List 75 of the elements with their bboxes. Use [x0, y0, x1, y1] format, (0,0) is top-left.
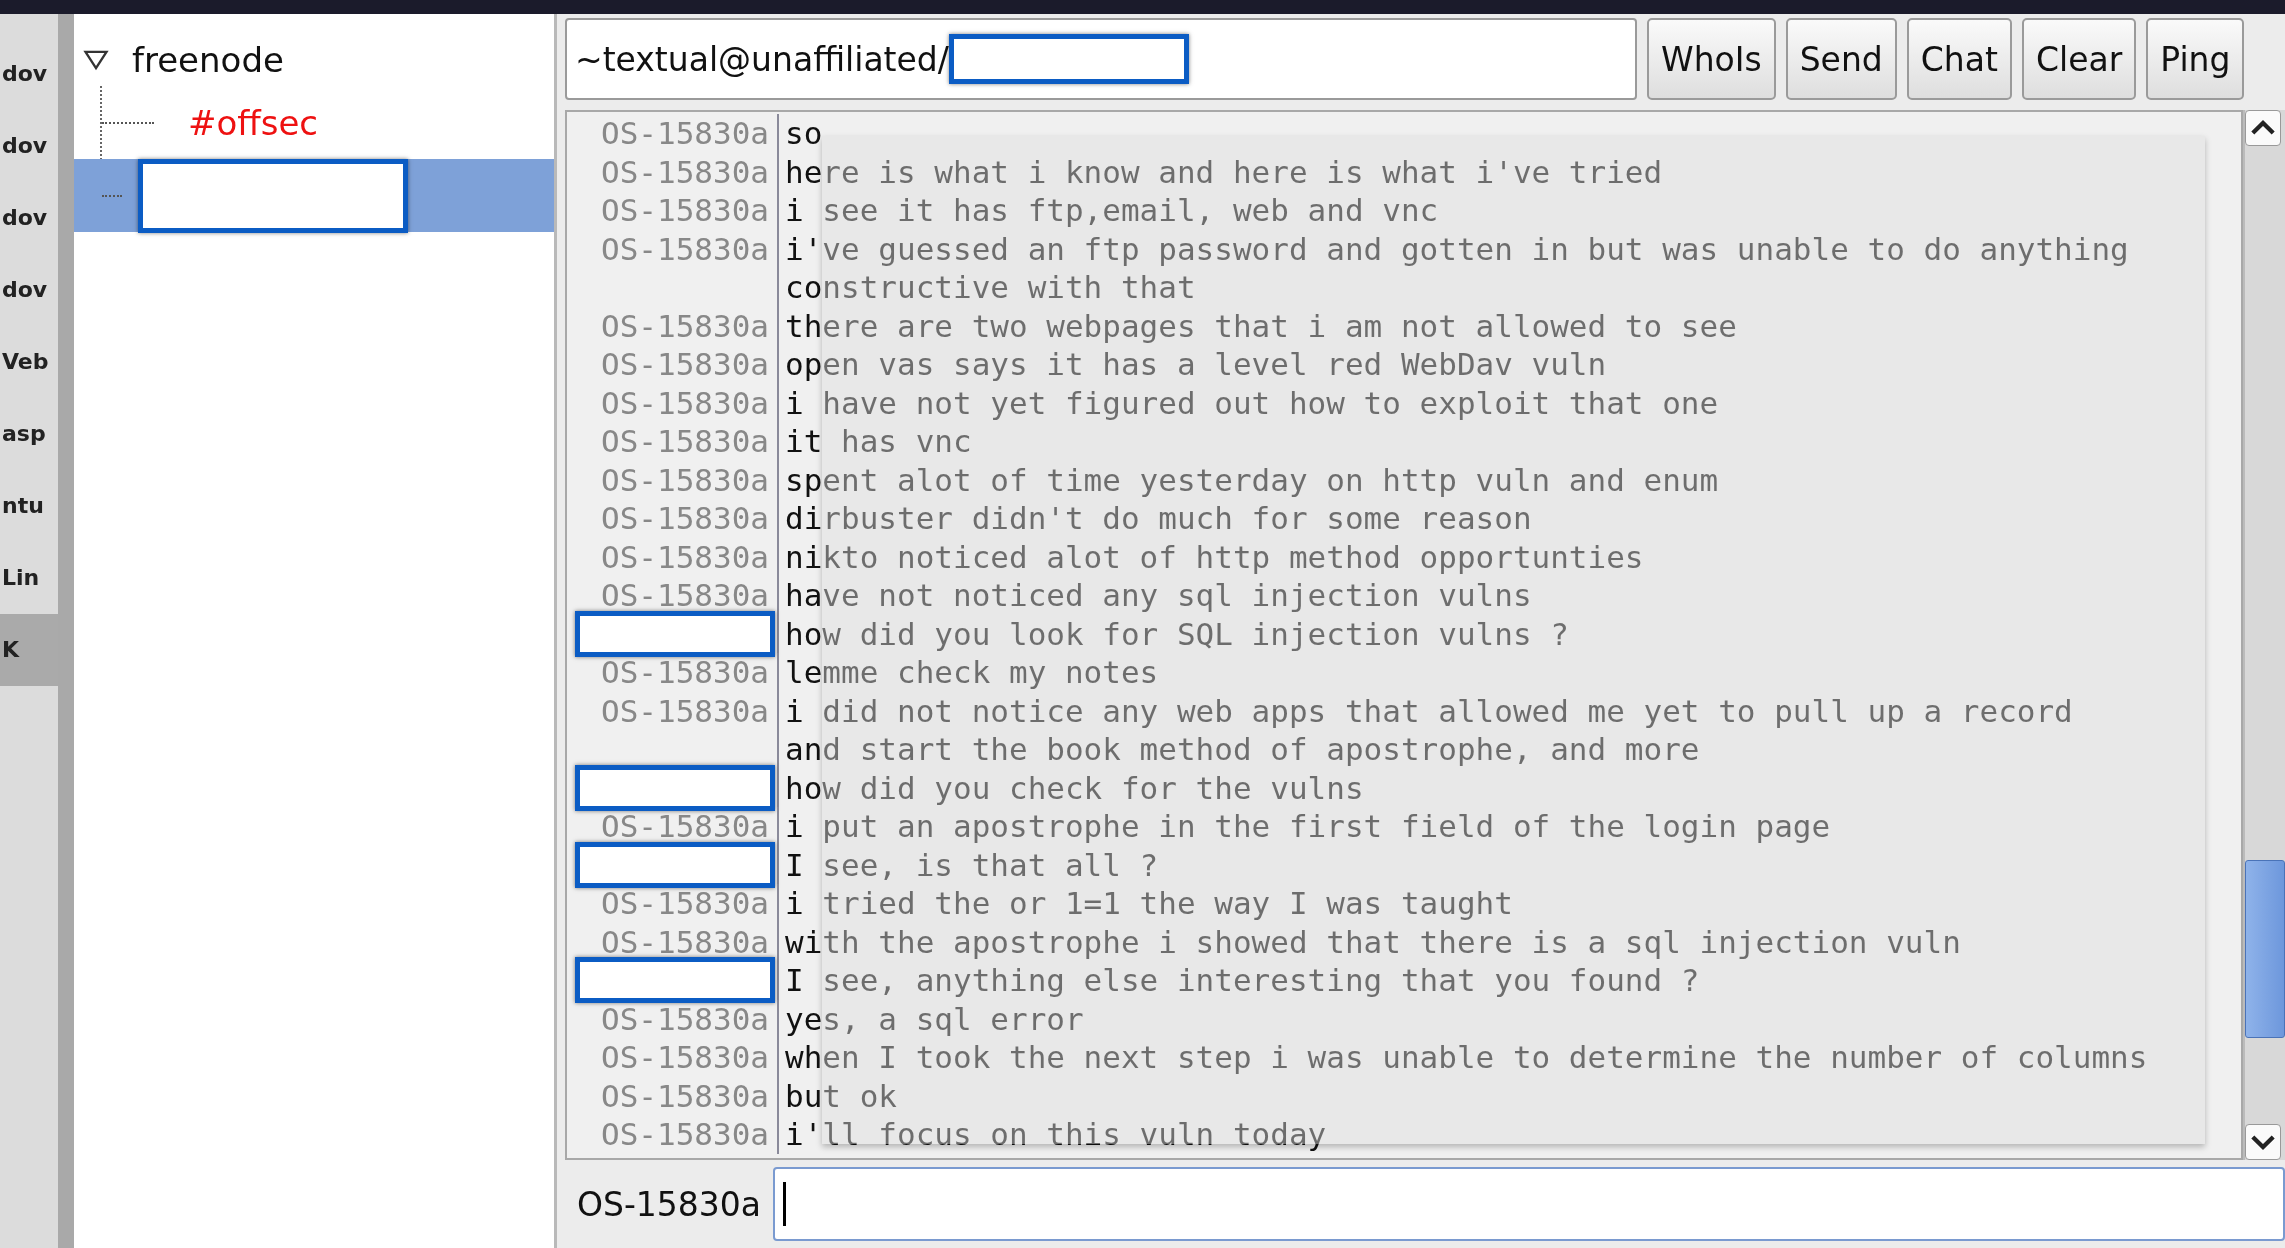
message-text: i have not yet figured out how to exploit that one	[785, 384, 1719, 421]
nickname: OS-15830a	[601, 422, 769, 461]
list-item[interactable]: dov	[0, 110, 58, 182]
list-item[interactable]: ntu	[0, 470, 58, 542]
server-name[interactable]: freenode	[132, 40, 284, 80]
message-text: spent alot of time yesterday on http vuln and enum	[785, 461, 1719, 498]
message-text: lemme check my notes	[785, 654, 1159, 690]
message-text: with the apostrophe i showed that there is a sql injection vuln	[785, 923, 1961, 960]
message-text: I see, is that all ?	[785, 846, 1159, 883]
channel-row[interactable]: #offsec	[102, 86, 554, 159]
channel-row[interactable]	[74, 159, 554, 232]
message-text: when I took the next step i was unable to determine the number of columns	[785, 1039, 2148, 1075]
message-text: i've guessed an ftp password and gotten in but was unable to do anything	[785, 230, 2129, 267]
message-text: i put an apostrophe in the first field of the login page	[785, 808, 1831, 844]
nickname: OS-15830a	[601, 537, 769, 576]
message-text: i tried the or 1=1 the way I was taught	[785, 885, 1513, 921]
message-input[interactable]	[773, 1167, 2285, 1241]
message-text: nikto noticed alot of http method opportunties	[785, 538, 1644, 575]
nickname: OS-15830a	[601, 114, 769, 153]
message-text: there are two webpages that i am not allowed to see	[785, 307, 1737, 344]
list-item[interactable]: K	[0, 614, 58, 686]
nickname: OS-15830a	[601, 306, 769, 345]
scroll-down-icon[interactable]	[2245, 1124, 2281, 1160]
message-text: how did you look for SQL injection vulns ?	[785, 615, 1569, 652]
nickname: OS-15830a	[601, 152, 769, 191]
message-text: it has vnc	[785, 423, 972, 459]
list-item[interactable]: dov	[0, 254, 58, 326]
nickname: OS-15830a	[601, 229, 769, 268]
list-item[interactable]: asp	[0, 398, 58, 470]
message-text: i did not notice any web apps that allowed me yet to pull up a record	[785, 692, 2073, 729]
nickname: OS-15830a	[601, 653, 769, 692]
topic-field[interactable]: ~textual@unaffiliated/	[565, 18, 1637, 100]
toolbar-button[interactable]: WhoIs	[1647, 18, 1776, 100]
toolbar-button[interactable]: Send	[1785, 18, 1897, 100]
nickname: OS-15830a	[601, 383, 769, 422]
list-item[interactable]: dov	[0, 182, 58, 254]
nickname: OS-15830a	[601, 576, 769, 615]
message-text: here is what i know and here is what i've tried	[785, 153, 1663, 190]
nickname: OS-15830a	[601, 691, 769, 730]
own-nickname: OS-15830a	[577, 1184, 762, 1224]
text-cursor	[783, 1182, 787, 1226]
list-item[interactable]: dov	[0, 38, 58, 110]
message-text: and start the book method of apostrophe, and more	[785, 731, 1700, 767]
toolbar-button[interactable]: Clear	[2021, 18, 2137, 100]
message-text: have not noticed any sql injection vulns	[785, 577, 1532, 613]
nickname: OS-15830a	[601, 191, 769, 230]
toolbar-button[interactable]: Ping	[2146, 18, 2245, 100]
nickname: OS-15830a	[601, 807, 769, 846]
nickname: OS-15830a	[601, 345, 769, 384]
message-text: how did you check for the vulns	[785, 769, 1364, 806]
scroll-thumb[interactable]	[2245, 859, 2285, 1038]
nickname: OS-15830a	[601, 884, 769, 923]
message-text: i see it has ftp,email, web and vnc	[785, 192, 1439, 228]
channel-name: #offsec	[188, 102, 319, 143]
message-text: i'll focus on this vuln today	[785, 1116, 1327, 1152]
message-text: so	[785, 115, 823, 151]
list-item[interactable]: Lin	[0, 542, 58, 614]
message-text: constructive with that	[785, 269, 1196, 305]
nickname: OS-15830a	[601, 460, 769, 499]
nickname: OS-15830a	[601, 1038, 769, 1077]
topic-text: ~textual@unaffiliated/	[575, 39, 949, 79]
message-text: open vas says it has a level red WebDav vuln	[785, 346, 1607, 382]
message-text: but ok	[785, 1077, 897, 1114]
message-text: dirbuster didn't do much for some reason	[785, 500, 1532, 536]
message-text: yes, a sql error	[785, 1000, 1084, 1037]
nickname: OS-15830a	[601, 922, 769, 961]
nickname: OS-15830a	[601, 1076, 769, 1115]
scroll-up-icon[interactable]	[2245, 110, 2281, 146]
nickname: OS-15830a	[601, 999, 769, 1038]
message-text: I see, anything else interesting that you found ?	[785, 962, 1700, 998]
nickname: OS-15830a	[601, 1115, 769, 1154]
scrollbar[interactable]	[2243, 110, 2285, 1160]
list-item[interactable]: Veb	[0, 326, 58, 398]
nickname: OS-15830a	[601, 499, 769, 538]
toolbar-button[interactable]: Chat	[1906, 18, 2012, 100]
